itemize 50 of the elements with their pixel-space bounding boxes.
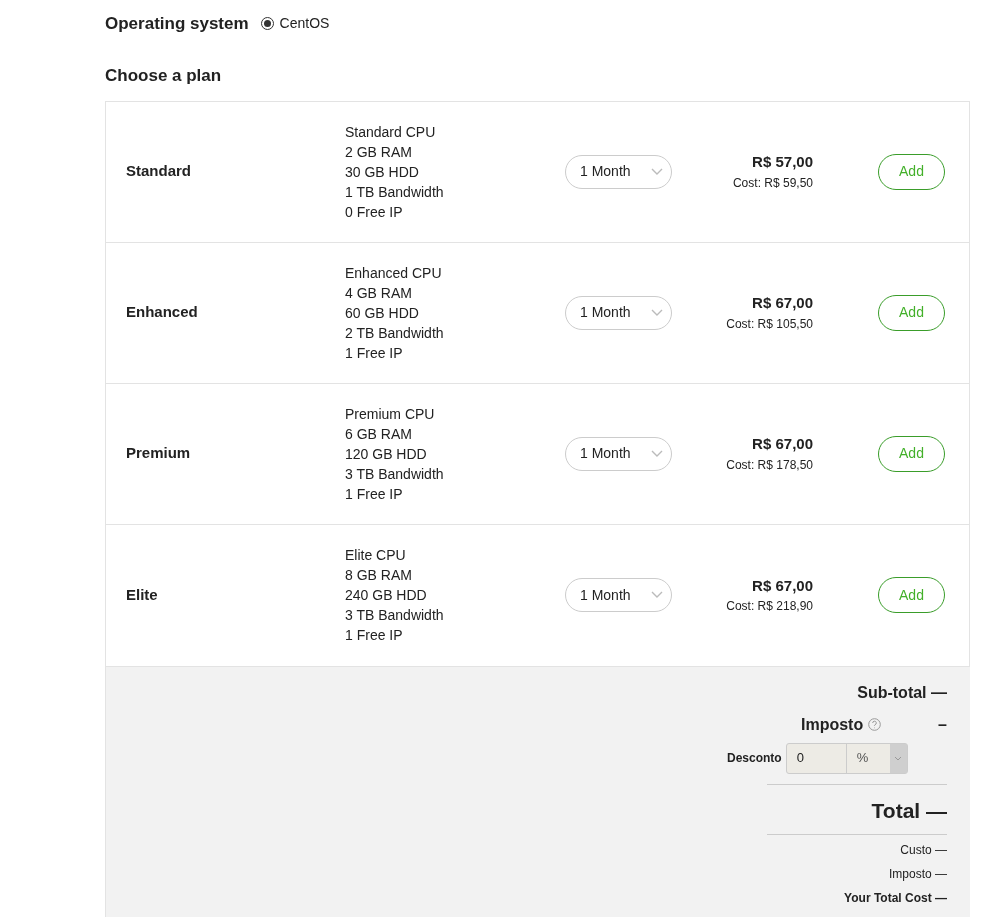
plan-name: Elite: [125, 584, 159, 605]
plan-spec: 120 GB HDD: [345, 444, 428, 464]
plan-price: R$ 67,00: [751, 575, 813, 596]
plan-spec: 6 GB RAM: [345, 424, 413, 444]
plan-spec: 60 GB HDD: [345, 303, 420, 323]
chevron-icon: [651, 167, 663, 176]
section-title: Choose a plan: [105, 65, 223, 87]
plan-spec: 3 TB Bandwidth: [345, 606, 445, 625]
cost-line: Imposto —: [888, 866, 947, 883]
plan-spec: 1 Free IP: [345, 484, 404, 504]
total-text: Total —: [871, 797, 947, 824]
plan-price: R$ 67,00: [751, 293, 813, 314]
cost-line: Custo —: [900, 842, 947, 859]
discount-field[interactable]: 0 %: [785, 742, 908, 774]
plan-price: R$ 67,00: [751, 434, 813, 455]
plan-spec: 4 GB RAM: [345, 283, 413, 303]
chevron-icon: [651, 449, 663, 458]
plan-spec: 3 TB Bandwidth: [345, 464, 445, 484]
tax-value: –: [938, 714, 947, 735]
plan-name: Premium: [125, 443, 192, 464]
plan-name: Enhanced: [125, 302, 199, 323]
plan-cost: Cost: R$ 178,50: [725, 456, 813, 474]
chevron-icon: [651, 308, 663, 317]
radio-option[interactable]: CentOS: [260, 13, 330, 34]
plan-spec: Standard CPU: [345, 122, 437, 142]
tax-label: Imposto: [801, 714, 864, 735]
discount-label: Desconto: [727, 750, 782, 767]
plan-cost: Cost: R$ 59,50: [731, 174, 813, 192]
plan-spec: 8 GB RAM: [345, 566, 413, 585]
section-label: Operating system: [105, 12, 249, 35]
plan-spec: 0 Free IP: [345, 202, 404, 222]
plan-name: Standard: [125, 161, 192, 182]
subtotal-text: Sub-total —: [857, 682, 947, 703]
plan-cost: Cost: R$ 105,50: [725, 315, 813, 333]
plan-price: R$ 57,00: [751, 152, 813, 173]
plan-cost: Cost: R$ 218,90: [725, 598, 813, 616]
chevron-icon: [651, 591, 663, 599]
plan-spec: 1 TB Bandwidth: [345, 182, 445, 202]
chevron-icon: [894, 755, 903, 761]
help-icon[interactable]: [868, 718, 882, 731]
plan-spec: 2 GB RAM: [345, 142, 413, 162]
plan-spec: 1 Free IP: [345, 343, 404, 363]
plan-spec: 240 GB HDD: [345, 586, 428, 605]
plan-spec: 30 GB HDD: [345, 162, 420, 182]
plan-spec: 1 Free IP: [345, 626, 404, 645]
cost-line: Your Total Cost —: [844, 890, 947, 907]
plan-spec: Enhanced CPU: [345, 263, 443, 283]
plan-spec: Elite CPU: [345, 546, 407, 565]
plan-spec: Premium CPU: [345, 404, 436, 424]
plan-spec: 2 TB Bandwidth: [345, 323, 445, 343]
